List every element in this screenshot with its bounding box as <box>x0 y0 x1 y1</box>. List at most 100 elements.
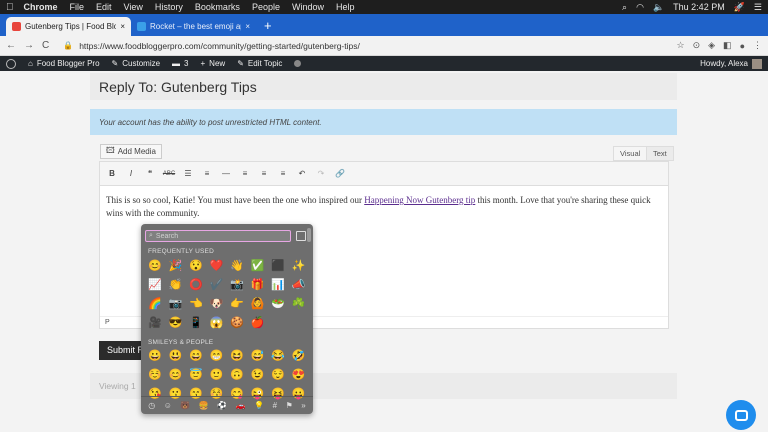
spotlight-icon[interactable]: ⌕ <box>622 2 627 13</box>
apple-menu-icon[interactable]:  <box>6 2 14 13</box>
emoji-button[interactable]: 😃 <box>166 347 187 366</box>
emoji-button[interactable]: 😆 <box>227 347 248 366</box>
tab-rocket[interactable]: Rocket – the best emoji app fo × <box>131 17 256 36</box>
activity-icon[interactable]: ⚽ <box>217 401 227 410</box>
address-bar[interactable]: 🔒 https://www.foodbloggerpro.com/communi… <box>57 38 668 53</box>
bookmark-star-icon[interactable]: ☆ <box>677 40 685 51</box>
emoji-button[interactable]: 📊 <box>268 276 289 295</box>
back-icon[interactable]: ← <box>6 40 16 51</box>
edit-topic-link[interactable]: ✎ Edit Topic <box>237 59 282 68</box>
emoji-button[interactable]: 👋 <box>227 257 248 276</box>
emoji-button[interactable]: 😉 <box>248 366 269 385</box>
menu-bookmarks[interactable]: Bookmarks <box>195 2 240 12</box>
tab-gutenberg-tips[interactable]: Gutenberg Tips | Food Blogger × <box>6 17 131 36</box>
emoji-button[interactable]: 📣 <box>289 276 310 295</box>
emoji-button[interactable]: 🙆 <box>248 295 269 314</box>
undo-button[interactable]: ↶ <box>294 166 310 182</box>
bold-button[interactable]: B <box>104 166 120 182</box>
emoji-button[interactable]: 📱 <box>186 314 207 333</box>
animals-icon[interactable]: 🐻 <box>180 401 190 410</box>
emoji-button[interactable]: 🌈 <box>145 295 166 314</box>
strikethrough-button[interactable]: ABC <box>161 166 177 182</box>
menu-history[interactable]: History <box>155 2 183 12</box>
redo-button[interactable]: ↷ <box>313 166 329 182</box>
emoji-button[interactable]: 🎥 <box>145 314 166 333</box>
bullet-list-button[interactable]: ☰ <box>180 166 196 182</box>
emoji-button[interactable]: 👏 <box>166 276 187 295</box>
smileys-icon[interactable]: ☺ <box>164 401 172 410</box>
comments-link[interactable]: ▬ 3 <box>172 59 188 68</box>
menu-window[interactable]: Window <box>292 2 324 12</box>
extension-icon[interactable]: ◈ <box>708 40 715 51</box>
emoji-button[interactable]: 😊 <box>145 257 166 276</box>
emoji-button[interactable]: 😄 <box>186 347 207 366</box>
menu-file[interactable]: File <box>70 2 85 12</box>
more-icon[interactable]: » <box>301 401 305 410</box>
numbered-list-button[interactable]: ≡ <box>199 166 215 182</box>
emoji-button[interactable]: 😁 <box>207 347 228 366</box>
emoji-button[interactable]: ✔️ <box>207 276 228 295</box>
happening-now-link[interactable]: Happening Now Gutenberg tip <box>364 195 475 205</box>
reload-icon[interactable]: C <box>42 40 49 51</box>
objects-icon[interactable]: 💡 <box>254 401 264 410</box>
emoji-button[interactable]: 😊 <box>166 366 187 385</box>
wp-logo-icon[interactable] <box>6 58 16 69</box>
food-icon[interactable]: 🍔 <box>199 401 209 410</box>
emoji-button[interactable]: 📷 <box>166 295 187 314</box>
emoji-button[interactable]: ☺️ <box>145 366 166 385</box>
emoji-button[interactable]: 😀 <box>145 347 166 366</box>
align-center-button[interactable]: ≡ <box>256 166 272 182</box>
emoji-button[interactable]: 👉 <box>227 295 248 314</box>
emoji-button[interactable]: ☘️ <box>289 295 310 314</box>
menu-people[interactable]: People <box>252 2 280 12</box>
site-name-link[interactable]: ⌂ Food Blogger Pro <box>28 59 100 68</box>
extension-icon[interactable]: ◧ <box>723 40 732 51</box>
volume-icon[interactable]: 🔈 <box>653 2 664 13</box>
emoji-button[interactable]: 😅 <box>248 347 269 366</box>
submit-button[interactable]: Submit R <box>99 341 145 360</box>
emoji-button[interactable]: 🥗 <box>268 295 289 314</box>
align-right-button[interactable]: ≡ <box>275 166 291 182</box>
tab-visual[interactable]: Visual <box>613 146 648 161</box>
emoji-button[interactable]: 😱 <box>207 314 228 333</box>
menu-chrome[interactable]: Chrome <box>24 2 58 12</box>
editor-content[interactable]: This is so so cool, Katie! You must have… <box>100 186 668 228</box>
extension-icon[interactable]: ⊙ <box>693 40 701 51</box>
emoji-button[interactable]: ✅ <box>248 257 269 276</box>
emoji-button[interactable]: 🙂 <box>207 366 228 385</box>
clock[interactable]: Thu 2:42 PM <box>673 2 725 12</box>
menu-help[interactable]: Help <box>336 2 355 12</box>
emoji-button[interactable]: ✨ <box>289 257 310 276</box>
tab-text[interactable]: Text <box>646 146 674 161</box>
emoji-button[interactable]: ❤️ <box>207 257 228 276</box>
emoji-button[interactable]: 🐶 <box>207 295 228 314</box>
wifi-icon[interactable]: ◠ <box>636 2 644 13</box>
forward-icon[interactable]: → <box>24 40 34 51</box>
status-dot-icon[interactable] <box>294 60 302 67</box>
add-media-button[interactable]: 🖾 Add Media <box>100 144 162 159</box>
emoji-button[interactable]: 📸 <box>227 276 248 295</box>
blockquote-button[interactable]: ❝ <box>142 166 158 182</box>
notification-center-icon[interactable]: ☰ <box>754 2 762 13</box>
emoji-button[interactable]: 😯 <box>186 257 207 276</box>
profile-avatar[interactable]: ● <box>740 41 745 51</box>
new-content-link[interactable]: + New <box>201 59 226 68</box>
customize-link[interactable]: ✎ Customize <box>112 59 161 68</box>
emoji-button[interactable]: 🙃 <box>227 366 248 385</box>
emoji-button[interactable]: 😇 <box>186 366 207 385</box>
menu-edit[interactable]: Edit <box>96 2 112 12</box>
travel-icon[interactable]: 🚗 <box>236 401 246 410</box>
emoji-button[interactable]: 🤣 <box>289 347 310 366</box>
flags-icon[interactable]: ⚑ <box>286 401 293 410</box>
emoji-button[interactable]: 📈 <box>145 276 166 295</box>
emoji-button[interactable]: 😍 <box>289 366 310 385</box>
emoji-button[interactable]: ⭕ <box>186 276 207 295</box>
howdy-menu[interactable]: Howdy, Alexa <box>700 58 762 69</box>
recent-icon[interactable]: ◷ <box>148 401 155 410</box>
emoji-button[interactable]: 😎 <box>166 314 187 333</box>
emoji-button[interactable]: 😌 <box>268 366 289 385</box>
horizontal-line-button[interactable]: — <box>218 166 234 182</box>
link-button[interactable]: 🔗 <box>332 166 348 182</box>
emoji-button[interactable]: 🎁 <box>248 276 269 295</box>
emoji-button[interactable]: 🍪 <box>227 314 248 333</box>
